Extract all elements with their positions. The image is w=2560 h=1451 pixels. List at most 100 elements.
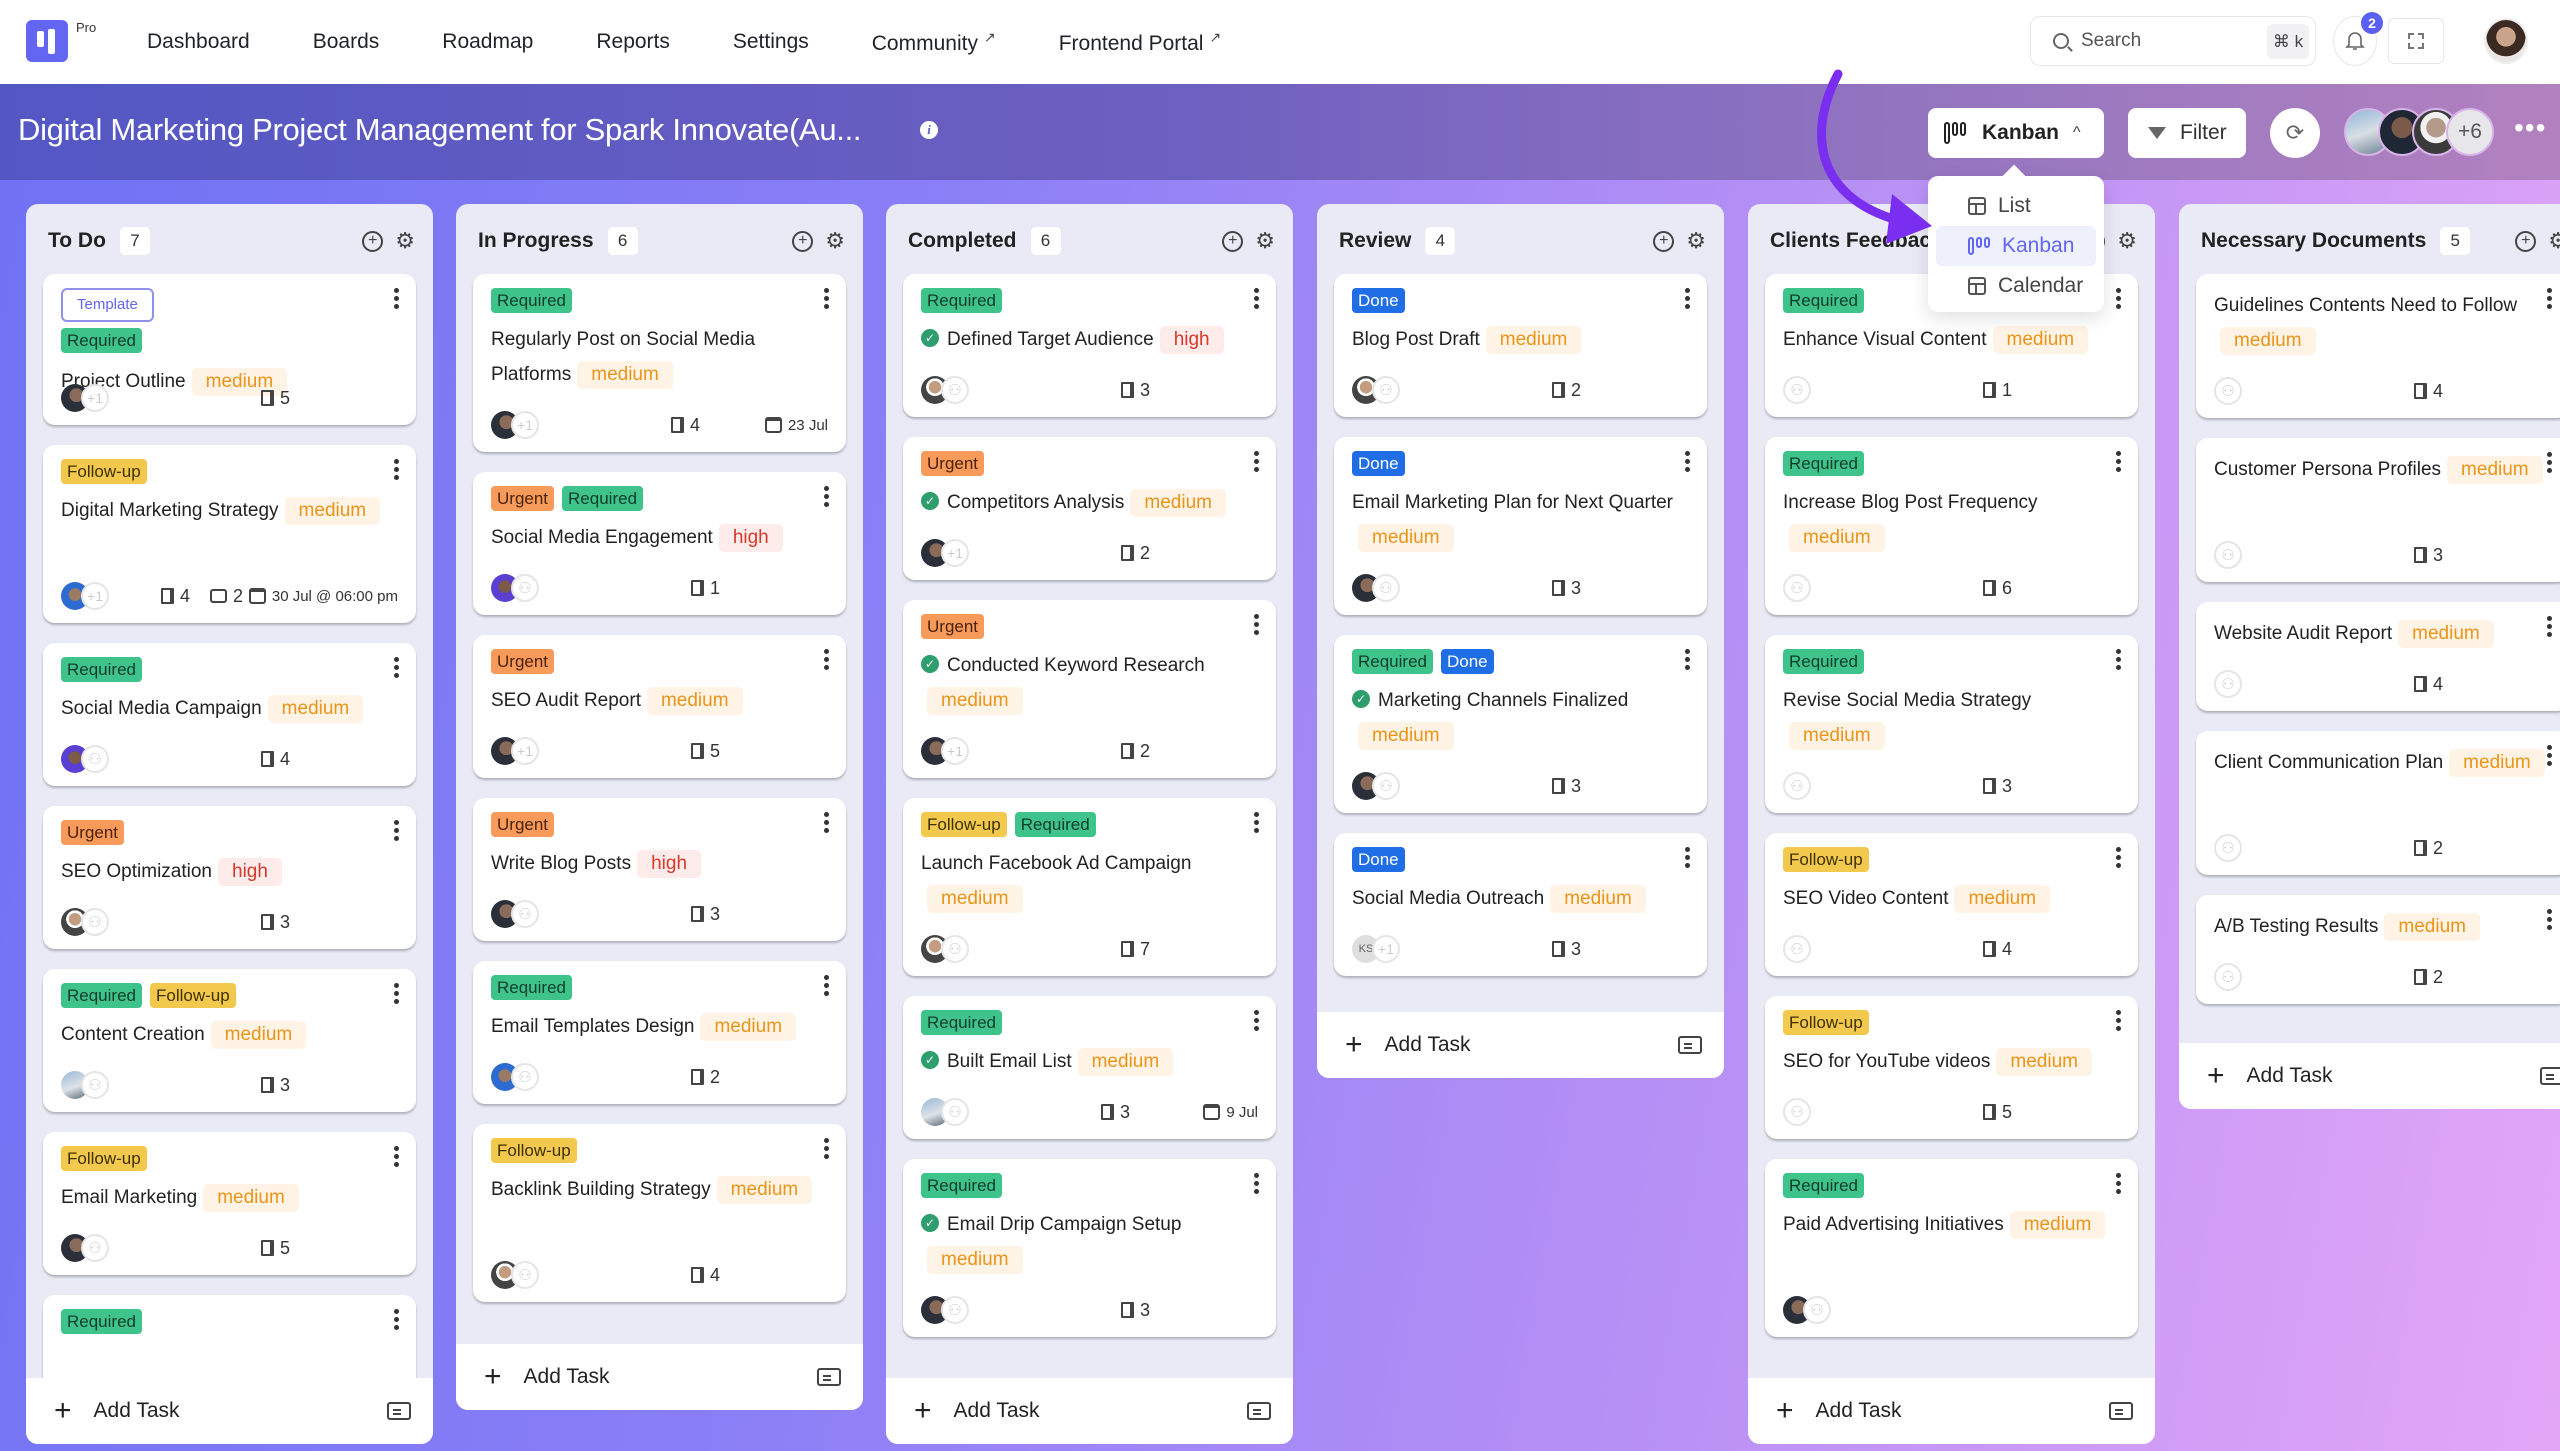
template-icon[interactable] (2109, 1402, 2133, 1420)
add-assignee-icon[interactable]: ⚇ (511, 1261, 539, 1289)
task-card[interactable]: Customer Persona Profiles medium ⚇ 3 (2196, 438, 2560, 582)
assignees[interactable]: ⚇ (1783, 574, 1873, 602)
board-members[interactable]: +6 (2344, 108, 2494, 158)
add-assignee-icon[interactable]: ⚇ (81, 1234, 109, 1262)
refresh-button[interactable]: ⟳ (2270, 108, 2320, 158)
card-menu-icon[interactable] (2547, 745, 2553, 766)
task-card[interactable]: Urgent Required Social Media Engagement hig… (473, 472, 846, 615)
task-card[interactable]: Required Regularly Post on Social Media P… (473, 274, 846, 452)
add-card-icon[interactable]: + (1653, 230, 1675, 252)
assignees[interactable]: ⚇ (1783, 772, 1873, 800)
add-task-button[interactable]: + Add Task (1748, 1378, 2155, 1444)
card-menu-icon[interactable] (1254, 812, 1260, 833)
add-assignee-icon[interactable]: ⚇ (1783, 1098, 1811, 1126)
view-option-list[interactable]: List (1936, 186, 2096, 226)
task-card[interactable]: Urgent ✓ Conducted Keyword Research medium +… (903, 600, 1276, 778)
task-card[interactable]: Required ✓ Built Email List medium ⚇ 3 9 Jul (903, 996, 1276, 1139)
add-assignee-icon[interactable]: ⚇ (1803, 1296, 1831, 1324)
add-card-icon[interactable]: + (792, 230, 814, 252)
info-icon[interactable]: i (920, 121, 938, 139)
assignees[interactable]: ⚇ (921, 935, 1011, 963)
card-menu-icon[interactable] (1254, 614, 1260, 635)
card-menu-icon[interactable] (2547, 616, 2553, 637)
add-assignee-icon[interactable]: ⚇ (941, 1296, 969, 1324)
assignees[interactable]: ⚇ (2214, 541, 2304, 569)
assignees[interactable]: +1 (491, 737, 581, 765)
add-task-button[interactable]: + Add Task (886, 1378, 1293, 1444)
card-menu-icon[interactable] (824, 649, 830, 670)
task-card[interactable]: Follow-up Digital Marketing Strategy mediu… (43, 445, 416, 623)
add-assignee-icon[interactable]: ⚇ (81, 908, 109, 936)
template-icon[interactable] (1678, 1036, 1702, 1054)
more-options-icon[interactable]: ••• (2514, 114, 2546, 142)
filter-button[interactable]: Filter (2128, 108, 2246, 158)
task-card[interactable]: Guidelines Contents Need to Follow medium… (2196, 274, 2560, 418)
task-card[interactable]: Required Social Media Campaign medium ⚇ 4 (43, 643, 416, 786)
add-task-button[interactable]: + Add Task (26, 1378, 433, 1444)
assignees[interactable]: ⚇ (2214, 963, 2304, 991)
view-selector-button[interactable]: Kanban ^ (1928, 108, 2104, 158)
card-menu-icon[interactable] (1254, 1173, 1260, 1194)
card-menu-icon[interactable] (824, 288, 830, 309)
add-assignee-icon[interactable]: ⚇ (1372, 772, 1400, 800)
task-card[interactable]: Follow-up SEO Video Content medium ⚇ 4 (1765, 833, 2138, 976)
card-menu-icon[interactable] (1254, 1010, 1260, 1031)
search-input[interactable]: Search ⌘ k (2030, 16, 2316, 66)
add-assignee-icon[interactable]: ⚇ (941, 376, 969, 404)
nav-item-reports[interactable]: Reports (596, 30, 670, 54)
card-menu-icon[interactable] (1685, 649, 1691, 670)
task-card[interactable]: Follow-up SEO for YouTube videos medium ⚇ 5 (1765, 996, 2138, 1139)
column-settings-icon[interactable]: ⚙ (2117, 230, 2137, 252)
task-card[interactable]: Required Increase Blog Post Frequency medi… (1765, 437, 2138, 615)
card-menu-icon[interactable] (2116, 649, 2122, 670)
column-settings-icon[interactable]: ⚙ (395, 230, 415, 252)
add-assignee-icon[interactable]: ⚇ (2214, 670, 2242, 698)
assignees[interactable]: ⚇ (61, 908, 151, 936)
add-assignee-icon[interactable]: ⚇ (511, 1063, 539, 1091)
card-menu-icon[interactable] (1254, 288, 1260, 309)
more-assignees-badge[interactable]: +1 (941, 539, 969, 567)
card-menu-icon[interactable] (1685, 847, 1691, 868)
column-settings-icon[interactable]: ⚙ (2548, 230, 2560, 252)
nav-item-settings[interactable]: Settings (733, 30, 809, 54)
task-card[interactable]: Required Revise Social Media Strategy medi… (1765, 635, 2138, 813)
card-menu-icon[interactable] (394, 1309, 400, 1330)
more-assignees-badge[interactable]: +1 (511, 737, 539, 765)
add-card-icon[interactable]: + (1222, 230, 1244, 252)
assignees[interactable]: ⚇ (1352, 376, 1442, 404)
assignees[interactable]: +1 (61, 582, 151, 610)
app-logo[interactable] (26, 20, 68, 62)
add-assignee-icon[interactable]: ⚇ (1783, 772, 1811, 800)
card-menu-icon[interactable] (824, 486, 830, 507)
card-menu-icon[interactable] (394, 1146, 400, 1167)
assignees[interactable]: KS +1 (1352, 935, 1442, 963)
task-card[interactable]: Urgent ✓ Competitors Analysis medium +1 2 (903, 437, 1276, 580)
assignees[interactable]: +1 (491, 411, 581, 439)
assignees[interactable]: ⚇ (2214, 834, 2304, 862)
assignees[interactable]: ⚇ (921, 1296, 1011, 1324)
add-assignee-icon[interactable]: ⚇ (2214, 541, 2242, 569)
add-assignee-icon[interactable]: ⚇ (2214, 963, 2242, 991)
card-menu-icon[interactable] (824, 812, 830, 833)
card-menu-icon[interactable] (2116, 1173, 2122, 1194)
nav-item-frontend-portal[interactable]: Frontend Portal ↗ (1059, 29, 1221, 56)
card-menu-icon[interactable] (394, 657, 400, 678)
more-assignees-badge[interactable]: +1 (511, 411, 539, 439)
template-icon[interactable] (2540, 1067, 2560, 1085)
column-settings-icon[interactable]: ⚙ (1686, 230, 1706, 252)
task-card[interactable]: A/B Testing Results medium ⚇ 2 (2196, 895, 2560, 1004)
assignees[interactable]: +1 (921, 737, 1011, 765)
task-card[interactable]: Required ✓ Email Drip Campaign Setup medium… (903, 1159, 1276, 1337)
card-menu-icon[interactable] (2116, 451, 2122, 472)
add-assignee-icon[interactable]: ⚇ (81, 1071, 109, 1099)
card-menu-icon[interactable] (1685, 451, 1691, 472)
task-card[interactable]: Urgent SEO Audit Report medium +1 5 (473, 635, 846, 778)
assignees[interactable]: ⚇ (921, 1098, 1011, 1126)
assignees[interactable]: ⚇ (61, 1071, 151, 1099)
assignees[interactable]: ⚇ (61, 1234, 151, 1262)
more-assignees-badge[interactable]: +1 (941, 737, 969, 765)
view-option-kanban[interactable]: Kanban (1936, 226, 2096, 266)
task-card[interactable]: Done Social Media Outreach medium KS +1 3 (1334, 833, 1707, 976)
task-card[interactable]: Follow-up Backlink Building Strategy mediu… (473, 1124, 846, 1302)
more-assignees-badge[interactable]: +1 (1372, 935, 1400, 963)
